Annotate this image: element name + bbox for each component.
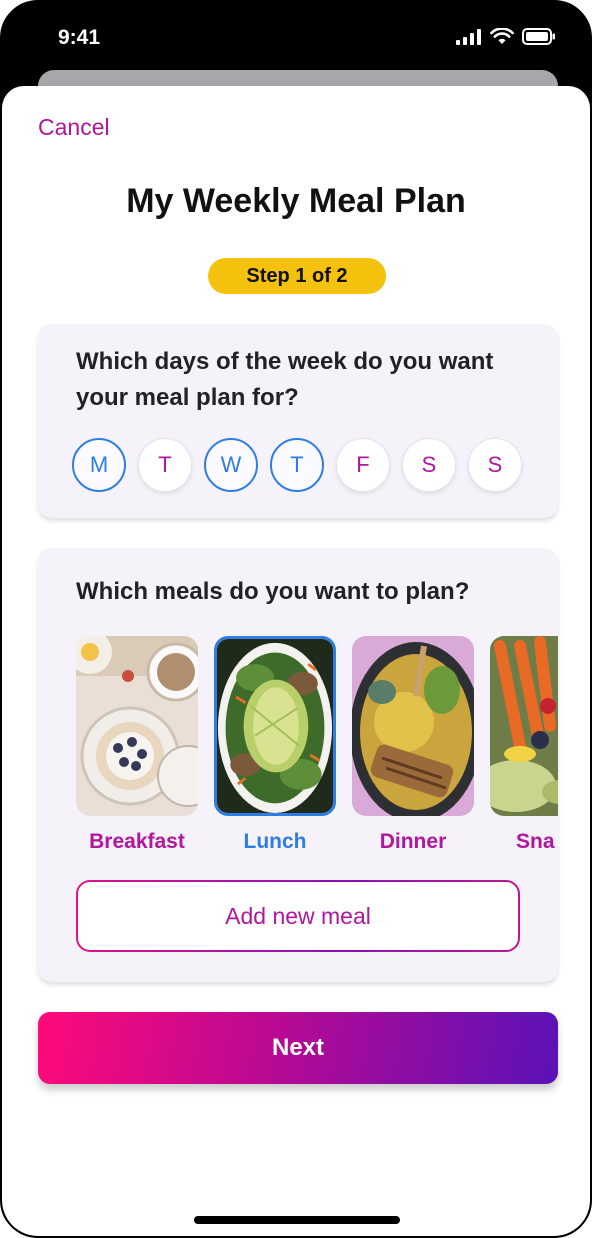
days-card: Which days of the week do you want your … (38, 324, 558, 518)
day-thursday[interactable]: T (270, 438, 324, 492)
day-tuesday[interactable]: T (138, 438, 192, 492)
next-button[interactable]: Next (38, 1012, 558, 1084)
wifi-icon (490, 28, 514, 44)
meal-option-breakfast[interactable]: Breakfast (76, 636, 198, 854)
snacks-photo (490, 636, 558, 816)
modal-sheet: Cancel My Weekly Meal Plan Step 1 of 2 W… (2, 86, 590, 1236)
meal-label-breakfast: Breakfast (89, 830, 185, 853)
meal-carousel[interactable]: Breakfast Lunch Dinner Sna (76, 636, 558, 854)
phone-frame: 9:41 Cancel My Weekly Meal Plan Step 1 o… (0, 0, 592, 1238)
dinner-photo (352, 636, 474, 816)
day-selector: M T W T F S S (72, 438, 522, 492)
signal-icon (456, 28, 481, 45)
day-friday[interactable]: F (336, 438, 390, 492)
status-time: 9:41 (58, 26, 101, 49)
meals-card: Which meals do you want to plan? Breakfa… (38, 548, 558, 982)
meal-label-lunch: Lunch (243, 830, 307, 853)
lunch-photo (214, 636, 336, 816)
step-badge: Step 1 of 2 (208, 258, 386, 294)
status-icons (456, 28, 556, 45)
meals-question: Which meals do you want to plan? (76, 578, 470, 605)
page-title: My Weekly Meal Plan (126, 182, 466, 220)
add-new-meal-button[interactable]: Add new meal (76, 880, 520, 952)
meal-option-dinner[interactable]: Dinner (352, 636, 474, 854)
day-wednesday[interactable]: W (204, 438, 258, 492)
meal-label-dinner: Dinner (379, 830, 447, 853)
day-monday[interactable]: M (72, 438, 126, 492)
meal-label-snacks: Sna (516, 830, 555, 853)
meal-option-snacks[interactable]: Sna (490, 636, 558, 854)
day-saturday[interactable]: S (402, 438, 456, 492)
battery-icon (522, 28, 555, 45)
home-indicator (194, 1216, 400, 1224)
breakfast-photo (76, 636, 198, 816)
day-sunday[interactable]: S (468, 438, 522, 492)
cancel-button[interactable]: Cancel (38, 114, 110, 141)
meal-option-lunch[interactable]: Lunch (214, 636, 336, 854)
days-question: Which days of the week do you want your … (76, 348, 494, 411)
